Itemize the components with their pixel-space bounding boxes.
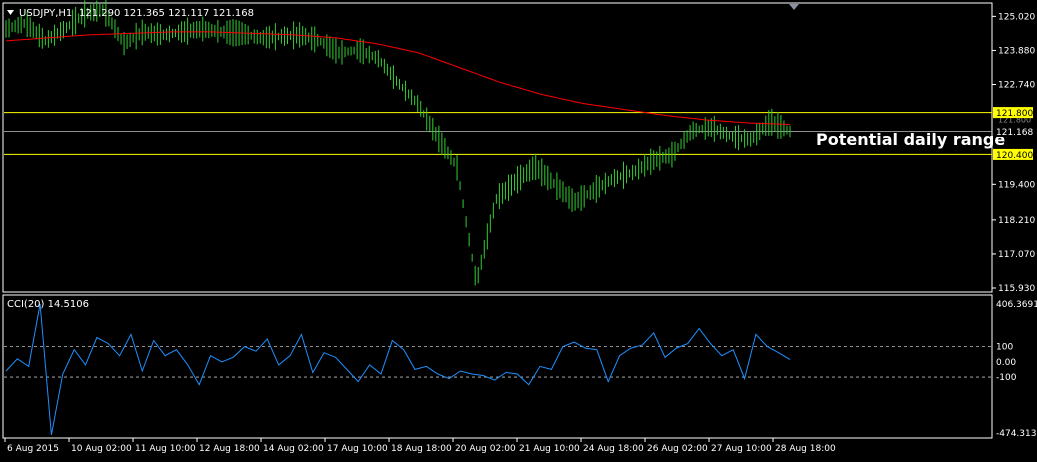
price-axis[interactable]: 125.020 123.880 122.740 119.400 118.210 117.0… [992,12,1035,294]
time-tick-label: 24 Aug 18:00 [583,444,644,454]
time-tick-label: 26 Aug 02:00 [647,444,708,454]
time-tick-label: 28 Aug 18:00 [775,444,836,454]
price-tick-label: 119.400 [998,180,1035,190]
cci-tick-label: 100 [996,343,1013,353]
price-tick-label: 125.020 [998,12,1035,22]
time-tick-label: 18 Aug 18:00 [391,444,452,454]
time-tick-label: 20 Aug 02:00 [455,444,516,454]
price-tick-label: 122.740 [998,80,1035,90]
time-tick-label: 14 Aug 02:00 [263,444,324,454]
annotation-text: Potential daily range [816,130,1005,149]
price-tick-label: 123.880 [998,46,1035,56]
time-tick-label: 6 Aug 2015 [7,444,59,454]
time-tick-label: 11 Aug 10:00 [135,444,196,454]
chart-canvas[interactable]: USDJPY,H1 121.290 121.365 121.117 121.16… [0,0,1037,458]
cci-caption: CCI(20) 14.5106 [7,299,89,310]
time-tick-label: 10 Aug 02:00 [71,444,132,454]
ohlc-caption: 121.290 121.365 121.117 121.168 [79,8,254,19]
time-tick-label: 21 Aug 10:00 [519,444,580,454]
range-low-label: 120.400 [996,151,1033,161]
time-axis[interactable]: 6 Aug 2015 10 Aug 02:00 11 Aug 10:00 12 Aug… [4,438,836,454]
price-tick-label: 117.070 [998,250,1035,260]
cci-tick-label: 406.3691 [996,300,1037,310]
time-tick-label: 27 Aug 10:00 [711,444,772,454]
cci-tick-label: -474.3136 [996,429,1037,439]
trading-chart-window[interactable]: USDJPY,H1 121.290 121.365 121.117 121.16… [0,0,1037,458]
range-high-label: 121.800 [996,109,1033,119]
cci-axis[interactable]: 406.3691 100 0.00 -100 -474.3136 [996,300,1037,439]
price-tick-label: 118.210 [998,216,1035,226]
price-tick-label: 115.930 [998,284,1035,294]
cci-tick-label: -100 [996,373,1017,383]
symbol-caption: USDJPY,H1 [19,8,72,19]
time-tick-label: 12 Aug 18:00 [199,444,260,454]
cci-tick-label: 0.00 [996,358,1016,368]
current-price-label: 121.168 [996,128,1033,138]
time-tick-label: 17 Aug 10:00 [327,444,388,454]
cci-panel-frame [2,294,993,439]
